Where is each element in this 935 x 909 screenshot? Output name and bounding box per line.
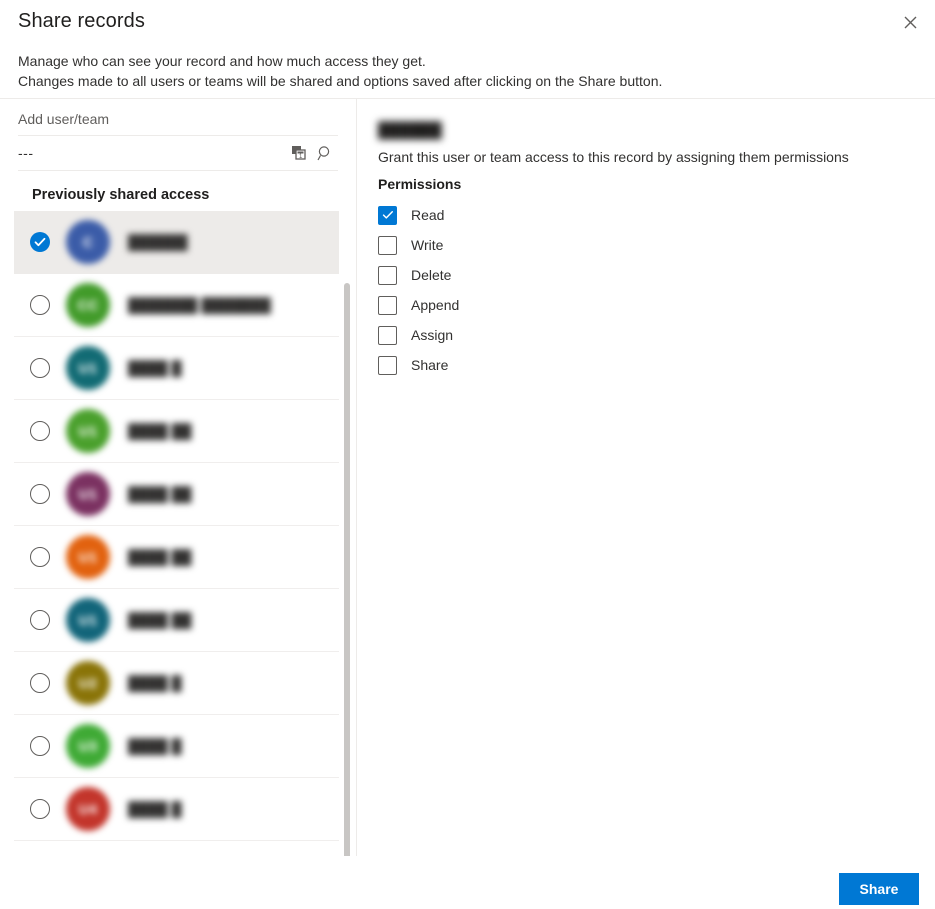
list-item[interactable]: U1 ████ ██ xyxy=(14,463,339,526)
search-icon[interactable] xyxy=(312,140,338,166)
radio-icon[interactable] xyxy=(30,358,50,378)
checkbox-icon[interactable] xyxy=(378,355,397,375)
list-item-label: ████ ██ xyxy=(128,549,192,565)
avatar: U3 xyxy=(66,724,110,768)
permission-label: Write xyxy=(411,237,444,253)
avatar: U1 xyxy=(66,472,110,516)
user-list-scrollbar[interactable] xyxy=(344,211,350,901)
avatar: U2 xyxy=(66,661,110,705)
list-item-label: ████ █ xyxy=(128,801,182,817)
avatar: U1 xyxy=(66,535,110,579)
search-input[interactable] xyxy=(18,145,286,161)
permissions-pane: ██████ Grant this user or team access to… xyxy=(358,99,935,856)
list-item-label: ██████ xyxy=(128,234,188,250)
scrollbar-thumb[interactable] xyxy=(344,283,350,901)
user-list: C ██████ CC ███████ ███████ U1 ████ █ U1 ████ █… xyxy=(14,211,339,841)
list-item-label: ████ █ xyxy=(128,360,182,376)
permission-share[interactable]: Share xyxy=(378,350,459,380)
lookup-field[interactable]: 1 xyxy=(18,135,338,171)
list-item[interactable]: U3 ████ █ xyxy=(14,715,339,778)
checkbox-icon[interactable] xyxy=(378,235,397,255)
share-records-dialog: Share records Manage who can see your re… xyxy=(0,0,935,909)
permission-delete[interactable]: Delete xyxy=(378,260,459,290)
radio-icon[interactable] xyxy=(30,799,50,819)
permission-label: Append xyxy=(411,297,460,313)
user-list-scroll-area[interactable]: C ██████ CC ███████ ███████ U1 ████ █ U1 ████ █… xyxy=(14,211,354,851)
radio-icon[interactable] xyxy=(30,547,50,567)
avatar: U1 xyxy=(66,598,110,642)
close-button[interactable] xyxy=(893,5,927,39)
subtitle-line-1: Manage who can see your record and how m… xyxy=(18,53,426,69)
page-title: Share records xyxy=(18,10,145,32)
previously-shared-heading: Previously shared access xyxy=(32,187,210,203)
list-item[interactable]: U2 ████ █ xyxy=(14,652,339,715)
list-item-label: ████ █ xyxy=(128,675,182,691)
avatar: U1 xyxy=(66,346,110,390)
user-list-pane: Add user/team 1 xyxy=(0,99,357,901)
permission-write[interactable]: Write xyxy=(378,230,459,260)
list-item[interactable]: U1 ████ ██ xyxy=(14,526,339,589)
subtitle-line-2: Changes made to all users or teams will … xyxy=(18,73,663,89)
permission-label: Read xyxy=(411,207,445,223)
dialog-content: Add user/team 1 xyxy=(0,98,935,901)
permissions-title: Permissions xyxy=(378,176,462,192)
checkbox-icon[interactable] xyxy=(378,325,397,345)
avatar: CC xyxy=(66,283,110,327)
lookup-field-label: Add user/team xyxy=(18,111,110,127)
permissions-description: Grant this user or team access to this r… xyxy=(378,149,849,165)
checkbox-icon[interactable] xyxy=(378,295,397,315)
list-item[interactable]: C ██████ xyxy=(14,211,339,274)
selected-user-name: ██████ xyxy=(378,122,442,139)
radio-selected-icon[interactable] xyxy=(30,232,50,252)
dialog-footer: Share xyxy=(0,856,935,909)
dialog-subtitle: Manage who can see your record and how m… xyxy=(18,51,898,91)
permission-read[interactable]: Read xyxy=(378,200,459,230)
avatar: U4 xyxy=(66,787,110,831)
radio-icon[interactable] xyxy=(30,673,50,693)
list-item[interactable]: U1 ████ ██ xyxy=(14,589,339,652)
list-item[interactable]: CC ███████ ███████ xyxy=(14,274,339,337)
list-item[interactable]: U1 ████ █ xyxy=(14,337,339,400)
share-button[interactable]: Share xyxy=(839,873,919,905)
close-icon xyxy=(904,16,916,28)
records-lookup-icon[interactable]: 1 xyxy=(286,140,312,166)
list-item-label: ████ ██ xyxy=(128,486,192,502)
avatar: C xyxy=(66,220,110,264)
permissions-list: Read Write Delete Append Assign Share xyxy=(378,200,459,380)
checkbox-icon[interactable] xyxy=(378,265,397,285)
list-item-label: ████ █ xyxy=(128,738,182,754)
avatar: U1 xyxy=(66,409,110,453)
checkbox-icon[interactable] xyxy=(378,205,397,225)
permission-append[interactable]: Append xyxy=(378,290,459,320)
radio-icon[interactable] xyxy=(30,421,50,441)
radio-icon[interactable] xyxy=(30,610,50,630)
list-item[interactable]: U4 ████ █ xyxy=(14,778,339,841)
permission-label: Delete xyxy=(411,267,452,283)
list-item-label: ████ ██ xyxy=(128,612,192,628)
permission-label: Share xyxy=(411,357,449,373)
radio-icon[interactable] xyxy=(30,736,50,756)
radio-icon[interactable] xyxy=(30,295,50,315)
radio-icon[interactable] xyxy=(30,484,50,504)
list-item-label: ████ ██ xyxy=(128,423,192,439)
permission-assign[interactable]: Assign xyxy=(378,320,459,350)
list-item[interactable]: U1 ████ ██ xyxy=(14,400,339,463)
list-item-label: ███████ ███████ xyxy=(128,297,271,313)
permission-label: Assign xyxy=(411,327,454,343)
